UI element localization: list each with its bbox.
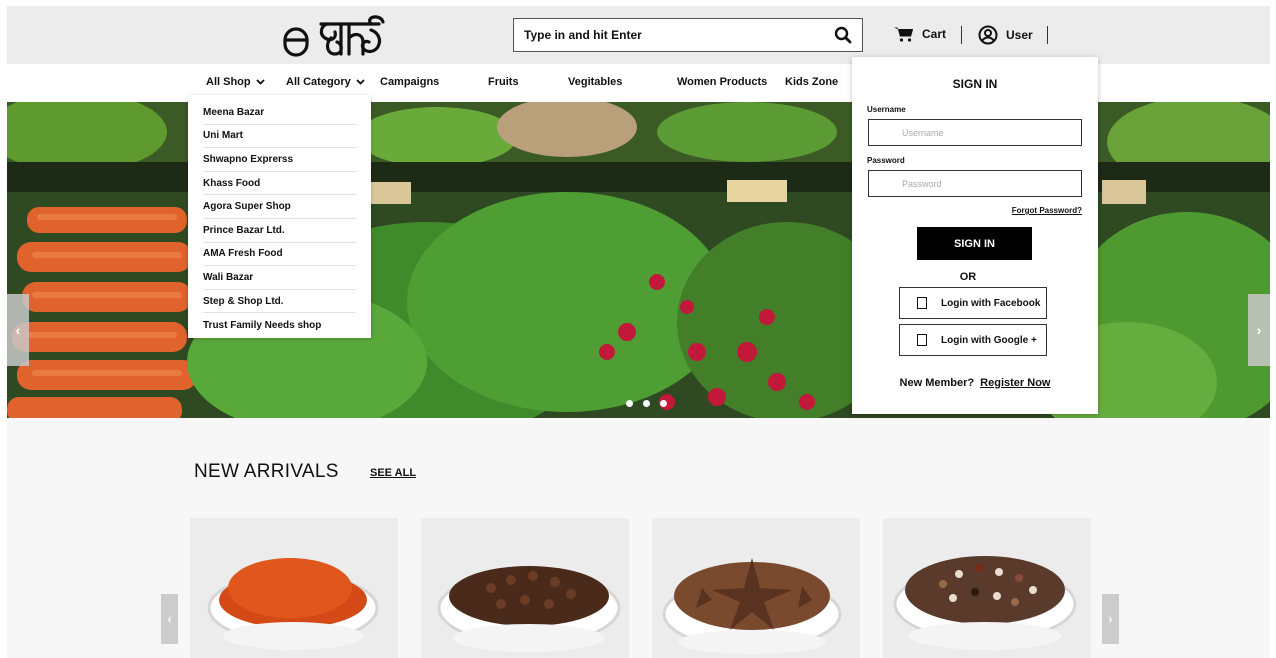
product-card[interactable] [421, 518, 629, 658]
nav-campaigns[interactable]: Campaigns [380, 76, 439, 88]
nav-kids-zone[interactable]: Kids Zone [785, 76, 838, 88]
cart-label: Cart [922, 27, 947, 41]
or-divider: OR [959, 271, 977, 283]
signin-title: SIGN IN [952, 77, 998, 91]
password-input[interactable] [869, 171, 1081, 196]
chevron-down-icon [255, 79, 265, 85]
user-menu[interactable]: User [978, 25, 1033, 45]
shop-item[interactable]: Wali Bazar [203, 266, 356, 290]
chevron-down-icon [356, 79, 365, 85]
shop-item[interactable]: Uni Mart [203, 125, 356, 149]
hero-next-button[interactable]: › [1248, 294, 1270, 366]
cart-link[interactable]: Cart [894, 26, 946, 42]
facebook-icon [917, 297, 927, 309]
nav-label: Fruits [488, 76, 519, 88]
site-logo[interactable] [275, 10, 415, 60]
nav-label: All Shop [206, 76, 251, 88]
products-prev-button[interactable]: ‹ [161, 594, 178, 644]
search-bar [513, 18, 863, 52]
logo-mark [283, 15, 385, 57]
shop-item[interactable]: Shwapno Exprerss [203, 148, 356, 172]
shop-item[interactable]: Agora Super Shop [203, 195, 356, 219]
slider-dots [626, 400, 667, 407]
facebook-login-button[interactable]: Login with Facebook [899, 287, 1047, 319]
google-login-label: Login with Google + [941, 334, 1037, 346]
shop-item[interactable]: AMA Fresh Food [203, 243, 356, 267]
slider-dot[interactable] [660, 400, 667, 407]
google-icon [917, 334, 927, 346]
product-card[interactable] [883, 518, 1091, 658]
new-member-row: New Member? Register Now [852, 377, 1098, 389]
product-image-pepper-mix [893, 556, 1077, 650]
slider-dot[interactable] [626, 400, 633, 407]
google-login-button[interactable]: Login with Google + [899, 324, 1047, 356]
see-all-link[interactable]: SEE ALL [370, 467, 416, 479]
header: Cart User [7, 6, 1270, 64]
search-input[interactable] [514, 19, 814, 51]
product-image-cloves [437, 566, 621, 652]
signin-button[interactable]: SIGN IN [917, 227, 1032, 260]
header-divider [1047, 26, 1048, 44]
nav-label: All Category [286, 76, 351, 88]
nav-all-category[interactable]: All Category [286, 76, 365, 88]
cart-icon [894, 27, 913, 42]
header-divider [961, 26, 962, 44]
nav-label: Campaigns [380, 76, 440, 88]
user-circle-icon [978, 25, 998, 45]
signin-panel: SIGN IN Username Password Forgot Passwor… [852, 57, 1098, 414]
page: Cart User All Shop All Category Campaign… [7, 6, 1270, 658]
shop-item[interactable]: Khass Food [203, 172, 356, 196]
shop-item[interactable]: Meena Bazar [203, 101, 356, 125]
password-field-wrap [868, 170, 1082, 197]
username-input[interactable] [869, 120, 1081, 145]
password-label: Password [867, 156, 905, 165]
search-icon[interactable] [834, 26, 852, 44]
shop-item[interactable]: Step & Shop Ltd. [203, 290, 356, 314]
product-card[interactable] [652, 518, 860, 658]
product-image-chili-powder [207, 558, 379, 650]
products-next-button[interactable]: › [1102, 594, 1119, 644]
nav-fruits[interactable]: Fruits [488, 76, 519, 88]
nav-label: Vegitables [568, 76, 623, 88]
nav-vegitables[interactable]: Vegitables [568, 76, 622, 88]
facebook-login-label: Login with Facebook [941, 297, 1041, 309]
register-link[interactable]: Register Now [980, 377, 1050, 389]
forgot-password-link[interactable]: Forgot Password? [1012, 206, 1082, 215]
product-image-star-anise [662, 558, 842, 654]
shop-dropdown: Meena Bazar Uni Mart Shwapno Exprerss Kh… [188, 95, 371, 338]
new-member-text: New Member? [899, 377, 975, 389]
section-title: NEW ARRIVALS [194, 461, 339, 482]
slider-dot[interactable] [643, 400, 650, 407]
nav-label: Women Products [677, 76, 768, 88]
nav-women-products[interactable]: Women Products [677, 76, 767, 88]
nav-all-shop[interactable]: All Shop [206, 76, 265, 88]
shop-item[interactable]: Trust Family Needs shop [203, 313, 356, 337]
shop-item[interactable]: Prince Bazar Ltd. [203, 219, 356, 243]
username-field-wrap [868, 119, 1082, 146]
nav-label: Kids Zone [785, 76, 839, 88]
user-label: User [1006, 28, 1033, 42]
username-label: Username [867, 105, 906, 114]
hero-prev-button[interactable]: ‹ [7, 294, 29, 366]
product-card[interactable] [190, 518, 398, 658]
